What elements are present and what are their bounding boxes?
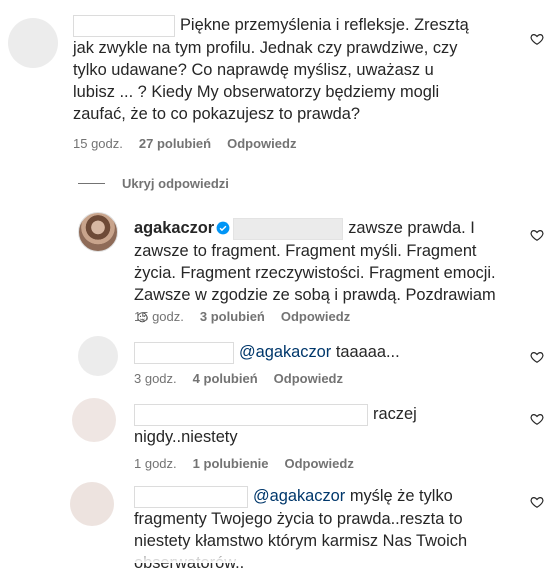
redacted-username[interactable] [134,403,368,426]
timestamp: 1 godz. [134,456,177,471]
like-heart-icon[interactable] [530,228,544,242]
mention-link[interactable]: @agakaczor [239,343,331,361]
comment-2-meta: 15 godz. 3 polubień Odpowiedz [134,309,366,324]
redacted-username[interactable] [233,217,344,240]
likes-count[interactable]: 1 polubienie [193,456,269,471]
like-heart-icon[interactable] [530,32,544,46]
username[interactable]: agakaczor [134,219,214,237]
comment-4-meta: 1 godz. 1 polubienie Odpowiedz [134,456,370,471]
comment-3-body: @agakaczor taaaaa... [134,341,514,364]
mention-link[interactable]: @agakaczor [253,487,345,505]
comment-4-body: raczej nigdy..niestety [134,403,424,448]
timestamp: 15 godz. [134,309,184,324]
redacted-username[interactable] [134,485,248,508]
avatar[interactable] [78,336,118,376]
replies-divider [78,183,105,184]
likes-count[interactable]: 3 polubień [200,309,265,324]
reply-button[interactable]: Odpowiedz [281,309,350,324]
likes-count[interactable]: 4 polubień [193,371,258,386]
like-heart-icon[interactable] [530,412,544,426]
comment-3-meta: 3 godz. 4 polubień Odpowiedz [134,371,359,386]
comment-1-body: Piękne przemyślenia i refleksje. Zresztą… [73,14,473,125]
comment-3-text: taaaaa... [335,343,400,361]
likes-count[interactable]: 27 polubień [139,136,211,151]
reply-button[interactable]: Odpowiedz [227,136,296,151]
like-heart-icon[interactable] [530,350,544,364]
like-heart-icon[interactable] [530,495,544,509]
avatar[interactable] [72,398,116,442]
verified-badge-icon [216,219,230,235]
avatar[interactable] [8,18,58,68]
redacted-username[interactable] [134,341,234,364]
reply-button[interactable]: Odpowiedz [274,371,343,386]
reply-button[interactable]: Odpowiedz [285,456,354,471]
scroll-fade [0,545,556,563]
timestamp: 3 godz. [134,371,177,386]
redacted-username[interactable] [73,14,175,37]
hide-replies-button[interactable]: Ukryj odpowiedzi [122,176,229,191]
timestamp: 15 godz. [73,136,123,151]
comment-1-meta: 15 godz. 27 polubień Odpowiedz [73,136,312,151]
avatar[interactable] [78,212,118,252]
avatar[interactable] [70,482,114,526]
